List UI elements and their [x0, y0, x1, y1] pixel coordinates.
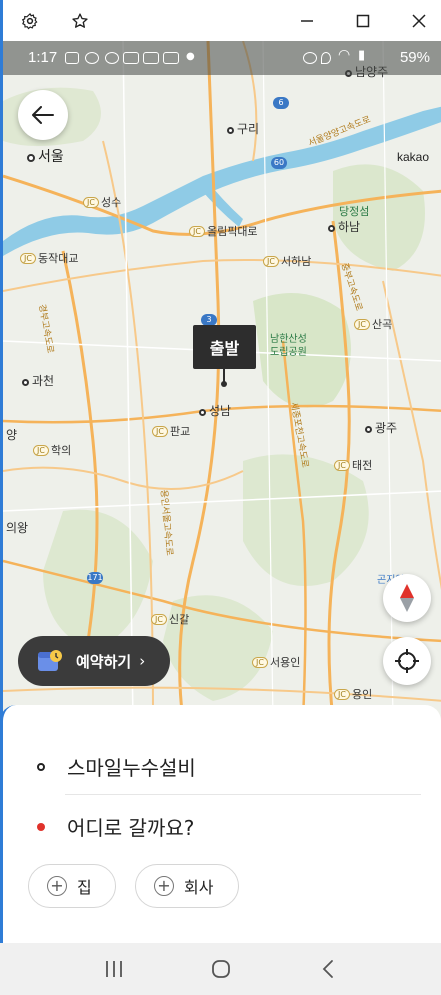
location-icon: [321, 52, 331, 64]
wifi-icon: ◠: [338, 47, 351, 63]
place-label: 남한산성 도립공원: [270, 334, 307, 358]
place-label: 서울: [27, 146, 64, 166]
origin-dot-icon: [37, 762, 45, 771]
signal-icon: ▮: [358, 48, 366, 63]
home-chip-label: 집: [77, 878, 92, 897]
notification-icon: [65, 52, 79, 64]
junction-label: JC 성수: [83, 194, 121, 210]
system-nav-bar: [0, 943, 441, 995]
current-location-button[interactable]: [383, 637, 431, 685]
junction-label: JC 신갈: [151, 611, 189, 627]
battery-level: 59%: [399, 49, 430, 66]
home-button[interactable]: [201, 949, 241, 989]
status-time: 1:17: [28, 49, 58, 66]
origin-label: 스마일누수설비: [67, 756, 196, 780]
destination-dot-icon: [37, 822, 45, 831]
junction-label: JC 서용인: [252, 654, 300, 670]
crosshair-icon: [395, 649, 419, 673]
destination-field[interactable]: 어디로 갈까요?: [37, 812, 194, 841]
junction-label: JC 올림픽대로: [189, 223, 258, 239]
plus-icon: +: [47, 876, 67, 896]
place-label: 하남: [328, 218, 360, 235]
divider: [65, 794, 421, 795]
chevron-left-icon: [322, 960, 333, 978]
plus-icon: +: [154, 876, 174, 896]
back-button[interactable]: [18, 90, 68, 140]
compass-button[interactable]: [383, 574, 431, 622]
home-chip[interactable]: + 집: [28, 864, 116, 908]
road-badge: 6: [273, 97, 289, 109]
origin-field[interactable]: 스마일누수설비: [37, 752, 196, 781]
app-icon: [163, 52, 179, 64]
place-label: 구리: [227, 120, 259, 137]
arrow-left-icon: [32, 106, 54, 124]
place-label: 과천: [22, 372, 54, 389]
recents-button[interactable]: [94, 949, 134, 989]
destination-placeholder: 어디로 갈까요?: [67, 816, 195, 840]
junction-label: JC 판교: [152, 423, 190, 439]
reserve-button-label: 예약하기: [76, 652, 132, 671]
minimize-icon[interactable]: [290, 0, 324, 41]
place-label: 당정섬: [339, 205, 370, 218]
check-icon: [105, 52, 119, 64]
junction-label: JC 동작대교: [20, 250, 78, 266]
junction-label: JC 태전: [334, 457, 372, 473]
recents-icon: [105, 961, 122, 977]
back-nav-button[interactable]: [308, 949, 348, 989]
junction-label: JC 용인: [334, 686, 372, 702]
origin-pin-dot: [221, 381, 227, 387]
chevron-right-icon: ›: [139, 652, 146, 670]
message-icon: [85, 52, 99, 64]
maximize-icon[interactable]: [346, 0, 380, 41]
close-icon[interactable]: [402, 0, 436, 41]
road-badge: 60: [271, 157, 287, 169]
app-icon: [123, 52, 139, 64]
place-label: 성남: [199, 402, 231, 419]
work-chip-label: 회사: [184, 878, 214, 897]
map-view[interactable]: 6 60 3 171 서울 구리 남양주 당정섬 하남 남한산성 도립공원 성남…: [0, 41, 441, 721]
app-root: 6 60 3 171 서울 구리 남양주 당정섬 하남 남한산성 도립공원 성남…: [0, 0, 441, 995]
calendar-clock-icon: [38, 650, 62, 671]
junction-label: JC 산곡: [354, 316, 392, 332]
junction-label: JC 학의: [33, 442, 71, 458]
map-brand-logo: kakao: [397, 150, 430, 164]
work-chip[interactable]: + 회사: [135, 864, 239, 908]
place-label: 양: [6, 428, 18, 442]
gear-icon[interactable]: [13, 0, 47, 41]
origin-pin[interactable]: 출발: [193, 325, 256, 369]
compass-icon: [400, 584, 414, 612]
more-dot-icon: ●: [186, 51, 195, 62]
road-badge: 171: [87, 572, 103, 584]
app-icon: [143, 52, 159, 64]
window-title-bar: [0, 0, 441, 41]
junction-label: JC 서하남: [263, 253, 311, 269]
status-bar: 1:17 ● ◠ ▮ 59%: [3, 41, 441, 75]
alarm-icon: [303, 52, 317, 64]
reserve-button[interactable]: 예약하기 ›: [18, 636, 170, 686]
home-icon: [211, 960, 230, 978]
place-label: 광주: [365, 419, 397, 436]
place-label: 의왕: [6, 521, 29, 535]
star-icon[interactable]: [63, 0, 97, 41]
